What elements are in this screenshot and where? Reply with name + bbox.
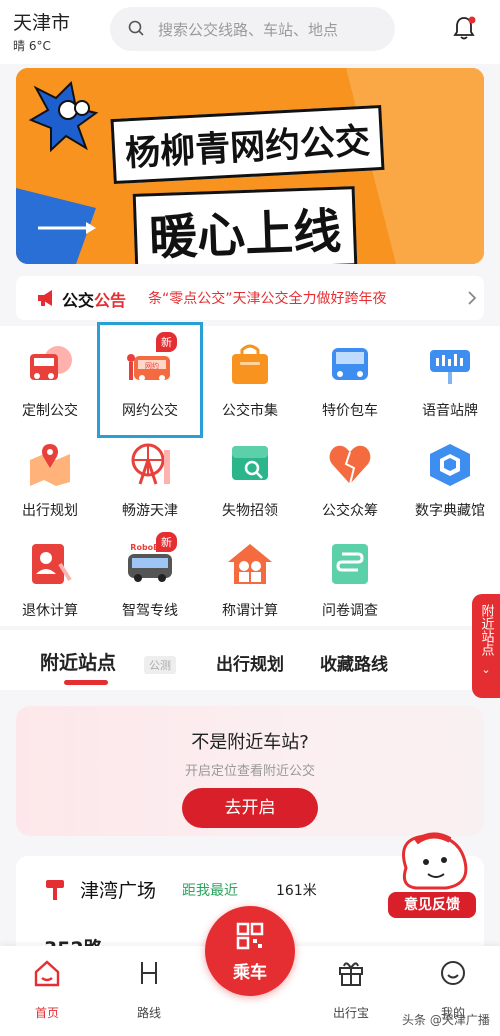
nav-treasure[interactable]: 出行宝: [316, 958, 386, 1021]
weather-info: 晴 6°C: [13, 39, 51, 53]
nav-home-label: 首页: [34, 1006, 59, 1020]
custom-bus-icon: [30, 346, 72, 380]
service-bus-crowdfunding[interactable]: 公交众筹: [300, 426, 400, 522]
service-voice-sign[interactable]: 语音站牌: [400, 326, 500, 422]
search-icon: [128, 20, 144, 36]
service-retirement-calc[interactable]: 退休计算: [0, 526, 100, 622]
family-icon: [228, 544, 272, 584]
service-label: 退休计算: [22, 603, 78, 619]
location-permission-card: 不是附近车站? 开启定位查看附近公交 去开启: [16, 706, 484, 836]
service-label: 语音站牌: [422, 403, 478, 419]
new-badge: 新: [156, 532, 177, 552]
service-digital-collection[interactable]: 数字典藏馆: [400, 426, 500, 522]
beta-badge: 公测: [144, 656, 176, 674]
nearby-stations-side-tab[interactable]: 附近站点 ⌄: [472, 594, 500, 698]
service-label: 出行规划: [22, 503, 78, 519]
station-name: 津湾广场: [80, 880, 157, 902]
service-charter-bus[interactable]: 特价包车: [300, 326, 400, 422]
nav-routes-label: 路线: [136, 1006, 161, 1020]
profile-icon: [441, 961, 465, 985]
watermark: 头条 @天津广播: [402, 1013, 490, 1027]
service-label: 智驾专线: [122, 603, 178, 619]
banner-subheadline: 暖心上线: [132, 186, 358, 264]
notification-bell-icon[interactable]: [451, 15, 477, 41]
map-pin-icon: [30, 444, 70, 486]
announcement-text: 条“零点公交”天津公交全力做好跨年夜: [148, 291, 387, 307]
service-label: 公交众筹: [322, 503, 378, 519]
top-bar: 天津市 晴 6°C 搜索公交线路、车站、地点: [0, 0, 500, 64]
cube-icon: [430, 444, 470, 486]
ferris-wheel-icon: [131, 443, 170, 485]
station-distance: 161米: [276, 883, 317, 899]
ride-button[interactable]: 乘车: [205, 906, 295, 996]
service-survey[interactable]: 问卷调查: [300, 526, 400, 622]
tab-nearby-stations[interactable]: 附近站点: [40, 648, 116, 675]
heart-puzzle-icon: [329, 445, 371, 485]
card-subtitle: 开启定位查看附近公交: [184, 764, 315, 779]
service-label: 问卷调查: [322, 603, 378, 619]
retire-calc-icon: [32, 544, 72, 584]
city-selector[interactable]: 天津市: [13, 8, 70, 35]
chevron-right-icon: [468, 291, 477, 305]
active-tab-indicator: [64, 680, 108, 685]
service-bus-market[interactable]: 公交市集: [200, 326, 300, 422]
tab-trip-planning[interactable]: 出行规划: [216, 650, 284, 675]
nearest-tag: 距我最近: [182, 883, 238, 899]
service-kinship-calc[interactable]: 称谓计算: [200, 526, 300, 622]
feedback-button[interactable]: 意见反馈: [388, 892, 476, 918]
service-custom-bus[interactable]: 定制公交: [0, 326, 100, 422]
highlight-frame: [97, 322, 203, 438]
shopping-bag-icon: [232, 344, 268, 384]
route-icon: [141, 962, 157, 984]
announcement-bar[interactable]: 公交公告 条“零点公交”天津公交全力做好跨年夜: [16, 276, 484, 320]
service-label: 公交市集: [222, 403, 278, 419]
service-label: 畅游天津: [122, 503, 178, 519]
ride-label: 乘车: [233, 963, 267, 983]
voice-sign-icon: [430, 350, 470, 384]
service-grid: 定制公交 网约 新 网约公交 公交市集 特价包车 语音站牌 出行规划 畅游天津 …: [0, 326, 500, 626]
bus-stop-icon: [46, 880, 64, 900]
enable-location-button[interactable]: 去开启: [182, 788, 318, 828]
search-placeholder: 搜索公交线路、车站、地点: [158, 21, 339, 39]
search-input[interactable]: 搜索公交线路、车站、地点: [110, 7, 395, 51]
survey-icon: [332, 544, 368, 584]
card-title: 不是附近车站?: [191, 732, 309, 753]
nav-home[interactable]: 首页: [12, 958, 82, 1021]
station-tabs: 附近站点 公测 出行规划 收藏路线: [0, 630, 500, 690]
service-lost-found[interactable]: 失物招领: [200, 426, 300, 522]
service-label: 数字典藏馆: [415, 503, 485, 519]
megaphone-icon: [38, 290, 52, 306]
chevron-down-icon: ⌄: [481, 663, 491, 676]
gift-icon: [339, 962, 363, 986]
service-trip-planning[interactable]: 出行规划: [0, 426, 100, 522]
nav-routes[interactable]: 路线: [114, 958, 184, 1021]
service-label: 称谓计算: [222, 603, 278, 619]
lost-found-icon: [232, 446, 268, 480]
nav-treasure-label: 出行宝: [332, 1006, 369, 1020]
home-icon: [34, 960, 60, 987]
service-label: 特价包车: [322, 403, 378, 419]
service-label: 失物招领: [222, 503, 278, 519]
service-tianjin-tour[interactable]: 畅游天津: [100, 426, 200, 522]
service-autonomous-line[interactable]: RoboBus 新 智驾专线: [100, 526, 200, 622]
qr-code-icon: [236, 922, 264, 950]
charter-bus-icon: [332, 348, 368, 380]
tab-favorite-routes[interactable]: 收藏路线: [320, 650, 388, 675]
promo-banner[interactable]: 杨柳青网约公交 暖心上线: [16, 68, 484, 264]
announcement-tag: 公交公告: [62, 291, 127, 310]
service-label: 定制公交: [22, 403, 78, 419]
